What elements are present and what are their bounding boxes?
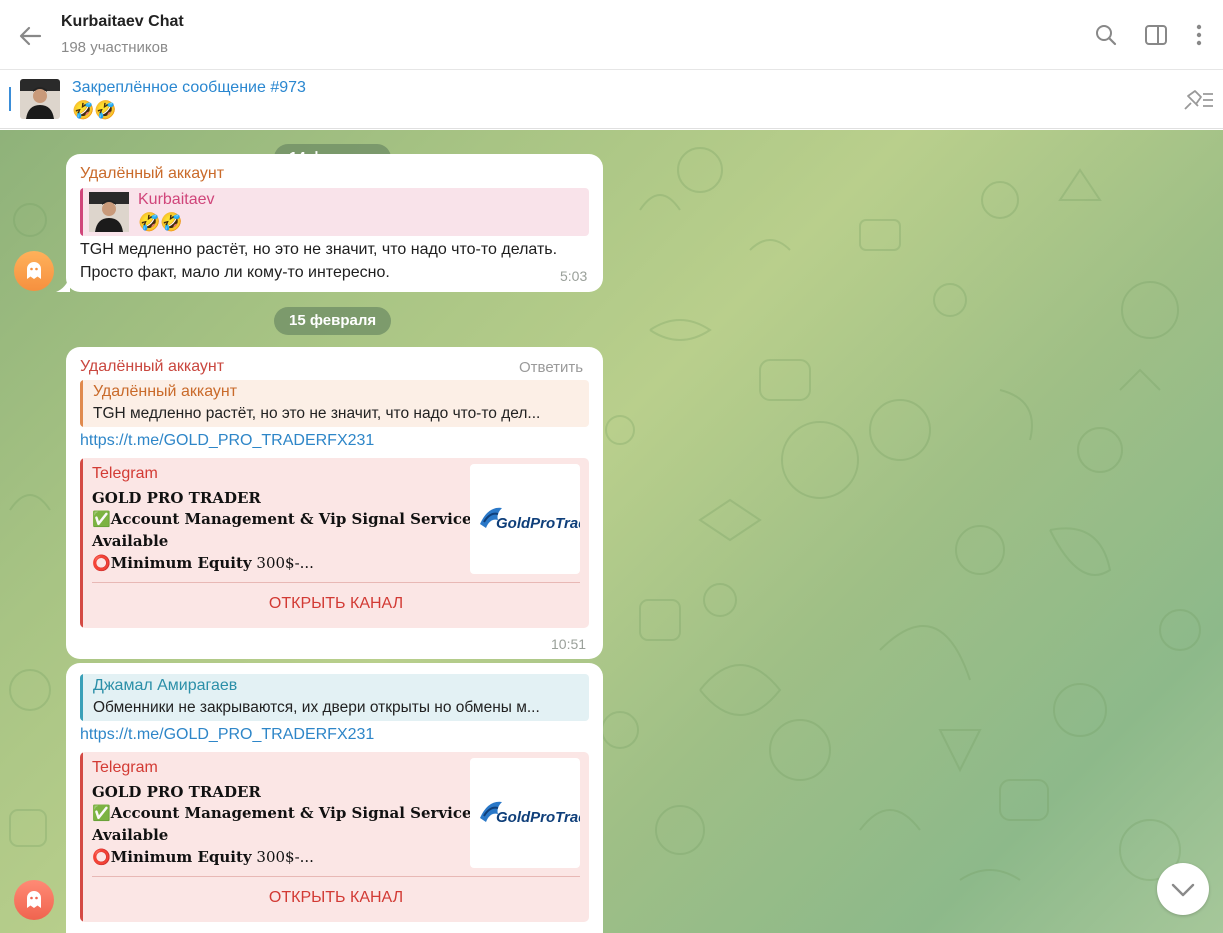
preview-image: GoldProTrader [470, 758, 589, 868]
preview-line: Available [92, 826, 168, 844]
quote-text: Обменники не закрываются, их двери откры… [93, 699, 540, 716]
preview-line-text: Minimum Equity [110, 848, 252, 866]
reply-button[interactable]: Ответить [519, 359, 583, 376]
logo-text: GoldProTrader [496, 809, 580, 826]
preview-divider [92, 876, 580, 877]
message-bubble[interactable]: Удалённый аккаунт Ответить Удалённый акк… [66, 347, 603, 659]
chevron-down-icon [1171, 883, 1195, 897]
red-circle-icon: ⭕ [92, 554, 111, 572]
quote-sender: Kurbaitaev [138, 191, 215, 208]
preview-site: Telegram [92, 759, 158, 776]
message-time: 10:51 [551, 636, 587, 652]
date-separator: 15 февраля [274, 307, 392, 335]
preview-title: GOLD PRO TRADER [92, 783, 261, 801]
ghost-icon [27, 891, 41, 908]
quote-bar [80, 380, 83, 427]
preview-title-text: GOLD PRO TRADER [92, 489, 261, 507]
preview-line-text: Account Management & Vip Signal Service [110, 510, 472, 528]
ghost-icon [27, 262, 41, 279]
preview-title-text: GOLD PRO TRADER [92, 783, 261, 801]
chat-header: Kurbaitaev Chat 198 участников [0, 0, 1223, 70]
sender-name[interactable]: Удалённый аккаунт [80, 165, 224, 183]
reply-quote[interactable]: Джамал Амирагаев Обменники не закрываютс… [80, 674, 589, 721]
chat-title[interactable]: Kurbaitaev Chat [61, 13, 184, 31]
pinned-indicator [9, 87, 11, 111]
search-icon[interactable] [1093, 22, 1119, 48]
check-icon: ✅ [92, 510, 111, 528]
pinned-title: Закреплённое сообщение #973 [72, 79, 306, 96]
pinned-message-bar[interactable]: Закреплённое сообщение #973 🤣🤣 [0, 71, 1223, 129]
preview-line: ⭕Minimum Equity 300$-... [92, 848, 314, 866]
link-preview[interactable]: Telegram GOLD PRO TRADER ✅Account Manage… [80, 458, 589, 628]
preview-divider [92, 582, 580, 583]
unpin-list-icon[interactable] [1181, 87, 1215, 113]
open-channel-button[interactable]: ОТКРЫТЬ КАНАЛ [83, 595, 589, 613]
message-link[interactable]: https://t.me/GOLD_PRO_TRADERFX231 [80, 432, 374, 450]
pinned-thumbnail [20, 79, 60, 119]
quote-thumbnail [89, 192, 129, 232]
chat-area[interactable]: 14 февраля Удалённый аккаунт Kurbaitaev … [0, 130, 1223, 933]
link-preview[interactable]: Telegram GOLD PRO TRADER ✅Account Manage… [80, 752, 589, 922]
pinned-text: 🤣🤣 [72, 100, 117, 120]
deleted-account-avatar[interactable] [14, 251, 54, 291]
reply-quote[interactable]: Kurbaitaev 🤣🤣 [80, 188, 589, 236]
quote-sender: Джамал Амирагаев [93, 677, 238, 694]
back-arrow-icon[interactable] [14, 20, 46, 52]
preview-image: GoldProTrader [470, 464, 589, 574]
message-time: 5:03 [560, 268, 588, 284]
check-icon: ✅ [92, 804, 111, 822]
preview-line-text: Available [92, 826, 169, 844]
goldprotrader-logo-icon: GoldProTrader [480, 507, 589, 532]
preview-line-text: Account Management & Vip Signal Service [110, 804, 472, 822]
preview-line: Available [92, 532, 168, 550]
logo-text: GoldProTrader [496, 515, 580, 532]
preview-site: Telegram [92, 465, 158, 482]
quote-text: 🤣🤣 [138, 212, 183, 232]
quote-bar [80, 674, 83, 721]
preview-line-text: Available [92, 532, 169, 550]
preview-line: ⭕Minimum Equity 300$-... [92, 554, 314, 572]
open-channel-button[interactable]: ОТКРЫТЬ КАНАЛ [83, 889, 589, 907]
preview-line: ✅Account Management & Vip Signal Service [92, 510, 472, 528]
message-line: TGH медленно растёт, но это не значит, ч… [80, 241, 558, 258]
sender-name[interactable]: Удалённый аккаунт [80, 358, 224, 376]
scroll-down-button[interactable] [1157, 863, 1209, 915]
more-options-icon[interactable] [1186, 22, 1212, 48]
preview-line-text: 300$-... [251, 848, 314, 866]
quote-bar [80, 188, 83, 236]
preview-line: ✅Account Management & Vip Signal Service [92, 804, 472, 822]
preview-line-text: 300$-... [251, 554, 314, 572]
goldprotrader-logo-icon: GoldProTrader [480, 801, 589, 826]
reply-quote[interactable]: Удалённый аккаунт TGH медленно растёт, н… [80, 380, 589, 427]
quote-sender: Удалённый аккаунт [93, 383, 238, 400]
deleted-account-avatar[interactable] [14, 880, 54, 920]
message-text: TGH медленно растёт, но это не значит, ч… [80, 238, 557, 284]
message-bubble[interactable]: Джамал Амирагаев Обменники не закрываютс… [66, 663, 603, 933]
preview-title: GOLD PRO TRADER [92, 489, 261, 507]
preview-line-text: Minimum Equity [110, 554, 252, 572]
message-link[interactable]: https://t.me/GOLD_PRO_TRADERFX231 [80, 726, 374, 744]
member-count: 198 участников [61, 39, 168, 56]
message-bubble[interactable]: Удалённый аккаунт Kurbaitaev 🤣🤣 TGH медл… [66, 154, 603, 292]
red-circle-icon: ⭕ [92, 848, 111, 866]
message-line: Просто факт, мало ли кому-то интересно. [80, 264, 390, 281]
sidebar-toggle-icon[interactable] [1143, 22, 1169, 48]
quote-text: TGH медленно растёт, но это не значит, ч… [93, 405, 541, 422]
